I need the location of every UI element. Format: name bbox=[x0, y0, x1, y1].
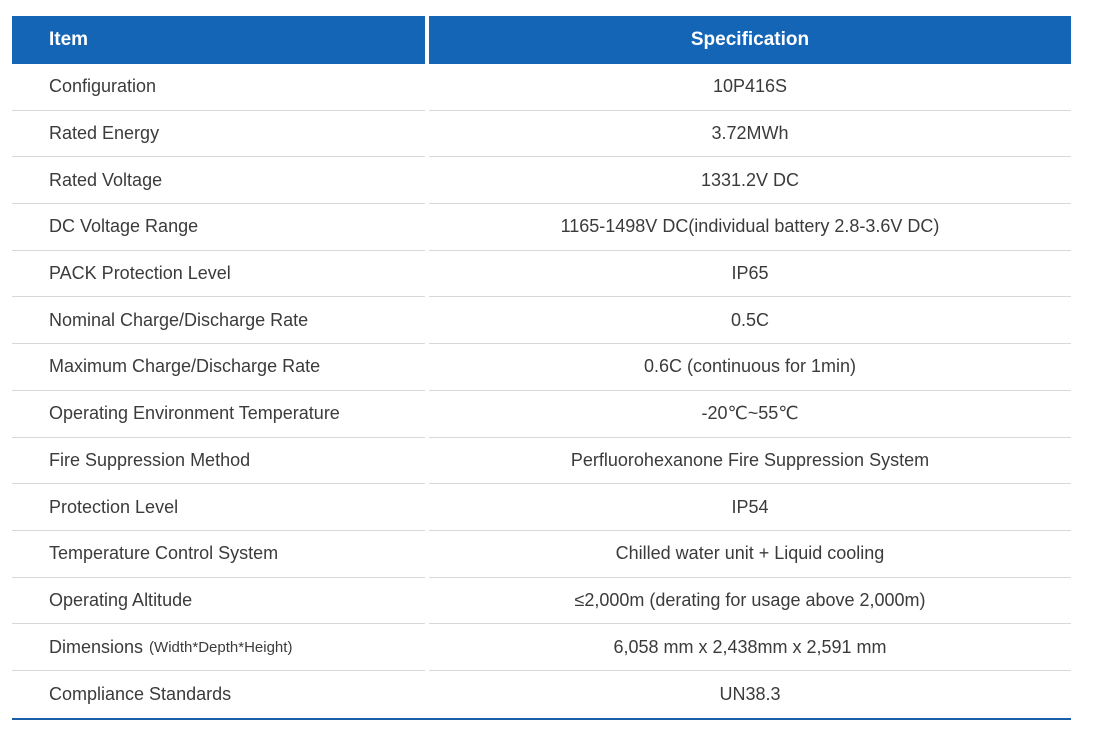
spec-table: Item Specification Configuration 10P416S R… bbox=[12, 16, 1071, 720]
row-item-cell: DC Voltage Range bbox=[12, 204, 425, 251]
row-item-label: Configuration bbox=[49, 76, 157, 97]
row-item-label: Compliance Standards bbox=[49, 683, 232, 704]
row-item-label: Temperature Control System bbox=[49, 543, 279, 564]
row-item-label: Operating Altitude bbox=[49, 589, 193, 610]
row-spec-value: 3.72MWh bbox=[429, 111, 1071, 158]
row-item-label: Maximum Charge/Discharge Rate bbox=[49, 356, 321, 377]
row-item-label: PACK Protection Level bbox=[49, 263, 231, 284]
row-item-cell: Operating Altitude bbox=[12, 578, 425, 625]
row-item-cell: PACK Protection Level bbox=[12, 251, 425, 298]
table-row: Maximum Charge/Discharge Rate 0.6C (conti… bbox=[12, 344, 1071, 391]
table-row: Fire Suppression Method Perfluorohexanone… bbox=[12, 438, 1071, 485]
row-item-cell: Compliance Standards bbox=[12, 671, 425, 718]
row-spec-value: 1331.2V DC bbox=[429, 157, 1071, 205]
table-row: Protection Level IP54 bbox=[12, 484, 1071, 531]
row-item-cell: Protection Level bbox=[12, 484, 425, 531]
row-item-label: Fire Suppression Method bbox=[49, 449, 251, 470]
row-item-cell: Dimensions (Width*Depth*Height) bbox=[12, 624, 425, 671]
row-item-cell: Temperature Control System bbox=[12, 531, 425, 578]
row-item-label: Rated Voltage bbox=[49, 169, 163, 190]
table-row: PACK Protection Level IP65 bbox=[12, 251, 1071, 298]
table-row: Rated Energy 3.72MWh bbox=[12, 111, 1071, 158]
row-spec-value: 1165-1498V DC(individual battery 2.8-3.6… bbox=[429, 204, 1071, 251]
table-row: Dimensions (Width*Depth*Height) 6,058 mm x… bbox=[12, 624, 1071, 671]
table-row: Configuration 10P416S bbox=[12, 64, 1071, 111]
row-item-cell: Fire Suppression Method bbox=[12, 438, 425, 485]
row-spec-value: 0.5C bbox=[429, 297, 1071, 345]
row-spec-value: ≤2,000m (derating for usage above 2,000m… bbox=[429, 578, 1071, 625]
row-item-label: Operating Environment Temperature bbox=[49, 403, 340, 424]
row-item-cell: Rated Voltage bbox=[12, 157, 425, 205]
row-item-label: Rated Energy bbox=[49, 123, 160, 144]
row-item-label: Protection Level bbox=[49, 496, 179, 517]
row-item-cell: Maximum Charge/Discharge Rate bbox=[12, 344, 425, 391]
row-item-cell: Configuration bbox=[12, 64, 425, 111]
row-item-cell: Rated Energy bbox=[12, 111, 425, 158]
header-specification: Specification bbox=[429, 16, 1071, 64]
table-row: DC Voltage Range 1165-1498V DC(individual… bbox=[12, 204, 1071, 251]
table-row: Operating Environment Temperature -20℃~55… bbox=[12, 391, 1071, 438]
row-spec-value: IP54 bbox=[429, 484, 1071, 531]
header-item: Item bbox=[12, 16, 425, 64]
row-item-label: DC Voltage Range bbox=[49, 216, 199, 237]
row-spec-value: Perfluorohexanone Fire Suppression Syste… bbox=[429, 438, 1071, 485]
table-row: Nominal Charge/Discharge Rate 0.5C bbox=[12, 297, 1071, 345]
row-spec-value: Chilled water unit + Liquid cooling bbox=[429, 531, 1071, 578]
row-spec-value: UN38.3 bbox=[719, 683, 781, 704]
row-item-cell: Nominal Charge/Discharge Rate bbox=[12, 297, 425, 345]
table-body: Configuration 10P416S Rated Energy 3.72MWh R… bbox=[12, 64, 1071, 720]
table-header: Item Specification bbox=[12, 16, 1071, 64]
row-spec-value: IP65 bbox=[429, 251, 1071, 298]
table-row: Temperature Control System Chilled water … bbox=[12, 531, 1071, 578]
row-item-label: Nominal Charge/Discharge Rate bbox=[49, 309, 309, 330]
row-spec-value: 0.6C (continuous for 1min) bbox=[429, 344, 1071, 391]
row-spec-value: -20℃~55℃ bbox=[429, 391, 1071, 438]
row-item-label: Dimensions bbox=[49, 636, 144, 657]
row-item-note: (Width*Depth*Height) bbox=[149, 638, 293, 656]
table-row: Operating Altitude ≤2,000m (derating for … bbox=[12, 578, 1071, 625]
table-row: Rated Voltage 1331.2V DC bbox=[12, 157, 1071, 205]
row-item-cell: Operating Environment Temperature bbox=[12, 391, 425, 438]
row-spec-value: 10P416S bbox=[429, 64, 1071, 111]
table-row: Compliance Standards UN38.3 bbox=[12, 671, 1071, 718]
row-spec-value: 6,058 mm x 2,438mm x 2,591 mm bbox=[429, 624, 1071, 671]
